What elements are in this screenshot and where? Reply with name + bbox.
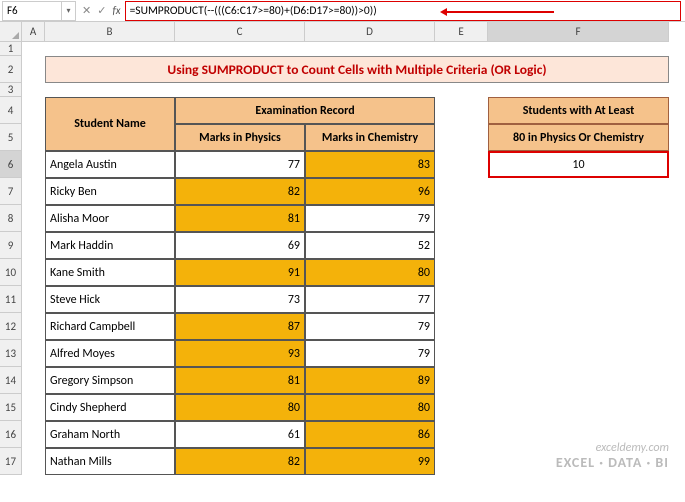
cell-physics-10[interactable]: 61 (175, 421, 305, 448)
cell-chemistry-7[interactable]: 79 (305, 340, 435, 367)
cell-name-6[interactable]: Richard Campbell (45, 313, 175, 340)
cell-physics-9[interactable]: 80 (175, 394, 305, 421)
cell-name-11[interactable]: Nathan Mills (45, 448, 175, 475)
header-physics: Marks in Physics (175, 124, 305, 151)
cell-name-0[interactable]: Angela Austin (45, 151, 175, 178)
result-header-1: Students with At Least (488, 97, 669, 124)
col-header-D[interactable]: D (305, 22, 435, 42)
cell-physics-6[interactable]: 87 (175, 313, 305, 340)
col-header-A[interactable]: A (22, 22, 45, 42)
name-box-dropdown[interactable]: ▾ (62, 1, 76, 21)
callout-arrow (446, 11, 554, 13)
row-header-1[interactable]: 1 (0, 42, 22, 56)
row-header-16[interactable]: 16 (0, 421, 22, 448)
row-header-3[interactable]: 3 (0, 83, 22, 97)
cell-chemistry-11[interactable]: 99 (305, 448, 435, 475)
row-header-7[interactable]: 7 (0, 178, 22, 205)
cell-chemistry-5[interactable]: 77 (305, 286, 435, 313)
header-student: Student Name (45, 97, 175, 151)
cell-name-9[interactable]: Cindy Shepherd (45, 394, 175, 421)
cell-name-10[interactable]: Graham North (45, 421, 175, 448)
cell-physics-1[interactable]: 82 (175, 178, 305, 205)
cell-chemistry-8[interactable]: 89 (305, 367, 435, 394)
cell-physics-2[interactable]: 81 (175, 205, 305, 232)
cell-name-8[interactable]: Gregory Simpson (45, 367, 175, 394)
fx-icon[interactable]: fx (112, 4, 120, 17)
cell-chemistry-0[interactable]: 83 (305, 151, 435, 178)
cell-physics-0[interactable]: 77 (175, 151, 305, 178)
cell-name-4[interactable]: Kane Smith (45, 259, 175, 286)
result-cell[interactable]: 10 (488, 151, 669, 178)
row-header-10[interactable]: 10 (0, 259, 22, 286)
cell-physics-11[interactable]: 82 (175, 448, 305, 475)
cell-chemistry-1[interactable]: 96 (305, 178, 435, 205)
cell-name-5[interactable]: Steve Hick (45, 286, 175, 313)
header-exam: Examination Record (175, 97, 435, 124)
cell-name-7[interactable]: Alfred Moyes (45, 340, 175, 367)
name-box[interactable]: F6 (2, 1, 62, 21)
select-all-cells[interactable] (0, 22, 22, 42)
col-header-C[interactable]: C (175, 22, 305, 42)
cell-chemistry-3[interactable]: 52 (305, 232, 435, 259)
cell-name-2[interactable]: Alisha Moor (45, 205, 175, 232)
result-header-2: 80 in Physics Or Chemistry (488, 124, 669, 151)
cell-chemistry-6[interactable]: 79 (305, 313, 435, 340)
cell-name-3[interactable]: Mark Haddin (45, 232, 175, 259)
row-header-2[interactable]: 2 (0, 56, 22, 83)
row-header-15[interactable]: 15 (0, 394, 22, 421)
cell-name-1[interactable]: Ricky Ben (45, 178, 175, 205)
col-header-E[interactable]: E (435, 22, 488, 42)
cell-physics-4[interactable]: 91 (175, 259, 305, 286)
cell-physics-7[interactable]: 93 (175, 340, 305, 367)
row-header-8[interactable]: 8 (0, 205, 22, 232)
row-header-6[interactable]: 6 (0, 151, 22, 178)
row-header-14[interactable]: 14 (0, 367, 22, 394)
row-header-13[interactable]: 13 (0, 340, 22, 367)
cell-chemistry-4[interactable]: 80 (305, 259, 435, 286)
row-header-9[interactable]: 9 (0, 232, 22, 259)
col-header-F[interactable]: F (488, 22, 669, 42)
row-header-17[interactable]: 17 (0, 448, 22, 475)
formula-bar[interactable] (125, 1, 681, 21)
enter-icon: ✓ (97, 4, 106, 17)
cancel-icon: ✕ (82, 4, 91, 17)
watermark: exceldemy.com EXCEL · DATA · BI (556, 441, 669, 472)
header-chemistry: Marks in Chemistry (305, 124, 435, 151)
cell-physics-5[interactable]: 73 (175, 286, 305, 313)
cell-chemistry-10[interactable]: 86 (305, 421, 435, 448)
cell-chemistry-2[interactable]: 79 (305, 205, 435, 232)
row-header-11[interactable]: 11 (0, 286, 22, 313)
row-header-5[interactable]: 5 (0, 124, 22, 151)
col-header-B[interactable]: B (45, 22, 175, 42)
page-title: Using SUMPRODUCT to Count Cells with Mul… (45, 56, 669, 83)
cell-chemistry-9[interactable]: 80 (305, 394, 435, 421)
cell-physics-8[interactable]: 81 (175, 367, 305, 394)
row-header-12[interactable]: 12 (0, 313, 22, 340)
cell-physics-3[interactable]: 69 (175, 232, 305, 259)
row-header-4[interactable]: 4 (0, 97, 22, 124)
